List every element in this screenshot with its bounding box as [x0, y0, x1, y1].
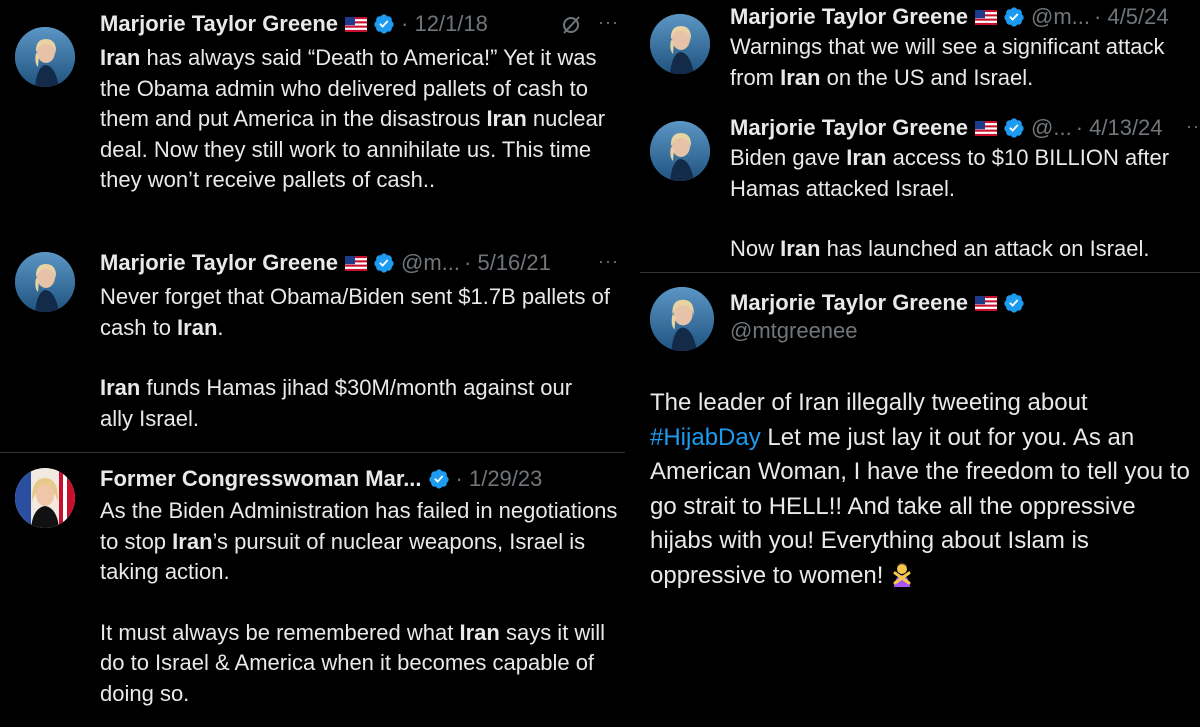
main-tweet[interactable]: Marjorie Taylor Greene @mtgreenee The le… [630, 273, 1200, 727]
verified-badge-icon [1003, 117, 1025, 139]
avatar[interactable] [650, 287, 714, 351]
us-flag-icon [975, 296, 997, 311]
us-flag-icon [975, 10, 997, 25]
timestamp[interactable]: · 12/1/18 [401, 10, 488, 38]
verified-badge-icon [1003, 6, 1025, 28]
display-name[interactable]: Former Congresswoman Mar... [100, 465, 422, 493]
tweet-card[interactable]: Former Congresswoman Mar... · 1/29/23 As… [0, 453, 625, 727]
tweet-header: Marjorie Taylor Greene · 12/1/18 [100, 10, 488, 38]
us-flag-icon [345, 17, 367, 32]
tweet-card[interactable]: Marjorie Taylor Greene @... · 4/13/24 ··… [630, 110, 1200, 275]
text-segment: on the US and Israel. [820, 64, 1034, 90]
timestamp[interactable]: · 1/29/23 [456, 465, 543, 493]
more-dots-icon[interactable]: ··· [598, 12, 619, 33]
more-dots-icon[interactable]: ··· [598, 251, 619, 272]
tweet-header: Marjorie Taylor Greene @m... · 5/16/21 [100, 249, 551, 277]
verified-badge-icon [373, 13, 395, 35]
timestamp[interactable]: · 4/5/24 [1094, 3, 1169, 31]
tweet-card[interactable]: Marjorie Taylor Greene · 12/1/18 ··· Ira… [0, 0, 625, 240]
text-segment: The leader of Iran illegally tweeting ab… [650, 389, 1088, 416]
text-segment: It must always be remembered what [100, 619, 460, 645]
text-segment: Biden gave [730, 145, 847, 170]
hashtag-link[interactable]: #HijabDay [650, 424, 761, 451]
handle[interactable]: @m... [401, 249, 460, 277]
avatar[interactable] [650, 121, 710, 181]
highlighted-term: Iran [846, 145, 887, 170]
avatar[interactable] [15, 27, 75, 87]
us-flag-icon [345, 256, 367, 271]
display-name[interactable]: Marjorie Taylor Greene [100, 10, 338, 38]
tweet-header: Marjorie Taylor Greene @m... · 4/5/24 [730, 3, 1169, 31]
person-gesturing-no-emoji [893, 562, 911, 587]
highlighted-term: Iran [100, 375, 141, 400]
verified-badge-icon [428, 468, 450, 490]
handle[interactable]: @mtgreenee [730, 318, 858, 344]
left-column: Marjorie Taylor Greene · 12/1/18 ··· Ira… [0, 0, 625, 727]
us-flag-icon [975, 121, 997, 136]
text-segment: . [217, 314, 224, 340]
display-name[interactable]: Marjorie Taylor Greene [730, 114, 968, 142]
tweet-card[interactable]: Marjorie Taylor Greene @m... · 4/5/24 Wa… [630, 0, 1200, 110]
display-name[interactable]: Marjorie Taylor Greene [100, 249, 338, 277]
verified-badge-icon [373, 252, 395, 274]
tweet-card[interactable]: Marjorie Taylor Greene @m... · 5/16/21 ·… [0, 240, 625, 455]
right-column: Marjorie Taylor Greene @m... · 4/5/24 Wa… [630, 0, 1200, 727]
display-name[interactable]: Marjorie Taylor Greene [730, 289, 968, 317]
tweet-text: Iran has always said “Death to America!”… [100, 43, 620, 196]
highlighted-term: Iran [172, 528, 213, 554]
more-dots-icon[interactable]: ·· [1186, 116, 1200, 137]
grok-icon[interactable] [560, 14, 582, 36]
tweet-text: As the Biden Administration has failed i… [100, 496, 625, 709]
highlighted-term: Iran [100, 45, 141, 70]
text-segment: funds Hamas jihad $30M/month against our… [100, 375, 573, 431]
tweet-header: Former Congresswoman Mar... · 1/29/23 [100, 465, 542, 493]
verified-badge-icon [1003, 292, 1025, 314]
tweet-text: Never forget that Obama/Biden sent $1.7B… [100, 282, 610, 434]
highlighted-term: Iran [780, 64, 821, 90]
highlighted-term: Iran [486, 106, 527, 131]
tweet-text: The leader of Iran illegally tweeting ab… [650, 386, 1200, 593]
handle[interactable]: @... [1031, 114, 1072, 142]
highlighted-term: Iran [459, 619, 500, 645]
timestamp[interactable]: · 5/16/21 [464, 249, 551, 277]
avatar[interactable] [15, 468, 75, 528]
handle[interactable]: @m... [1031, 3, 1090, 31]
display-name[interactable]: Marjorie Taylor Greene [730, 3, 968, 31]
tweet-text: Warnings that we will see a significant … [730, 32, 1200, 93]
text-segment: Now [730, 236, 781, 261]
tweet-header: Marjorie Taylor Greene [730, 289, 1025, 317]
timestamp[interactable]: · 4/13/24 [1076, 114, 1163, 142]
avatar[interactable] [650, 14, 710, 74]
text-segment: has launched an attack on Israel. [820, 236, 1150, 261]
tweet-header: Marjorie Taylor Greene @... · 4/13/24 [730, 114, 1163, 142]
tweet-text: Biden gave Iran access to $10 BILLION af… [730, 143, 1195, 265]
avatar[interactable] [15, 252, 75, 312]
highlighted-term: Iran [780, 236, 821, 261]
highlighted-term: Iran [177, 314, 218, 340]
